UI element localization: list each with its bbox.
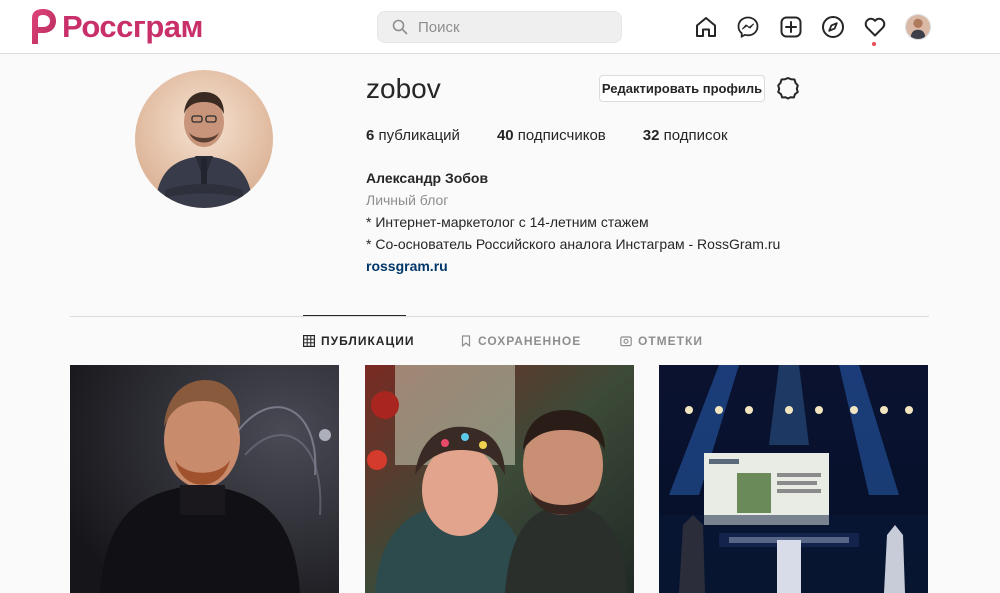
followers-count: 40: [496, 127, 514, 144]
tab-tagged-label: ОТМЕТКИ: [638, 334, 703, 348]
tab-posts-label: ПУБЛИКАЦИИ: [321, 334, 415, 348]
profile-photo: [135, 70, 273, 208]
edit-profile-button[interactable]: Редактировать профиль: [599, 75, 765, 102]
rossgram-logo-icon: [32, 9, 56, 44]
search-icon: [392, 19, 408, 35]
active-tab-indicator: [303, 315, 406, 316]
search-box[interactable]: [377, 11, 622, 43]
tab-saved[interactable]: СОХРАНЕННОЕ: [460, 333, 581, 349]
top-navigation-bar: Россграм: [0, 0, 1000, 54]
new-post-icon: [780, 16, 802, 38]
brand-logo[interactable]: Россграм: [26, 6, 203, 48]
explore-icon: [822, 16, 844, 38]
messenger-icon: [737, 16, 759, 38]
profile-full-name: Александр Зобов: [366, 170, 489, 186]
following-label: подписок: [659, 127, 728, 144]
post-image-portrait: [70, 365, 339, 593]
post-image-stage: [659, 365, 928, 593]
explore-button[interactable]: [820, 14, 846, 40]
profile-avatar[interactable]: [135, 70, 273, 208]
home-icon: [696, 17, 716, 37]
messenger-button[interactable]: [735, 14, 761, 40]
post-thumbnail-2[interactable]: [365, 365, 634, 593]
bookmark-icon: [461, 335, 471, 347]
tab-saved-label: СОХРАНЕННОЕ: [478, 334, 582, 348]
avatar-image: [906, 15, 930, 39]
grid-icon: [303, 335, 315, 347]
search-input[interactable]: [418, 18, 598, 36]
bio-line-1: * Интернет-маркетолог с 14-летним стажем: [366, 214, 649, 230]
home-button[interactable]: [693, 14, 719, 40]
brand-name: Россграм: [62, 9, 203, 44]
activity-notification-dot: [872, 42, 876, 46]
profile-username: zobov: [366, 73, 441, 104]
avatar[interactable]: [905, 14, 931, 40]
profile-category: Личный блог: [366, 192, 449, 208]
profile-website-link[interactable]: rossgram.ru: [366, 255, 780, 277]
gear-icon[interactable]: [776, 76, 800, 100]
activity-button[interactable]: [862, 14, 888, 40]
profile-bio: Александр Зобов Личный блог * Интернет-м…: [366, 167, 780, 277]
tabs-divider: [70, 316, 929, 317]
posts-label: публикаций: [374, 127, 460, 144]
tagged-icon: [620, 336, 632, 347]
posts-stat: 6 публикаций: [366, 127, 460, 144]
profile-stats: 6 публикаций 40 подписчиков 32 подписок: [366, 127, 765, 144]
tab-posts[interactable]: ПУБЛИКАЦИИ: [303, 333, 414, 349]
post-thumbnail-1[interactable]: [70, 365, 339, 593]
tab-tagged[interactable]: ОТМЕТКИ: [620, 333, 703, 349]
post-thumbnail-3[interactable]: [659, 365, 928, 593]
following-stat[interactable]: 32 подписок: [643, 127, 728, 144]
bio-line-2: * Со-основатель Российского аналога Инст…: [366, 236, 781, 252]
heart-icon: [864, 17, 886, 37]
post-image-selfie: [365, 365, 634, 593]
following-count: 32: [642, 127, 660, 144]
followers-stat[interactable]: 40 подписчиков: [497, 127, 606, 144]
new-post-button[interactable]: [778, 14, 804, 40]
followers-label: подписчиков: [513, 127, 606, 144]
